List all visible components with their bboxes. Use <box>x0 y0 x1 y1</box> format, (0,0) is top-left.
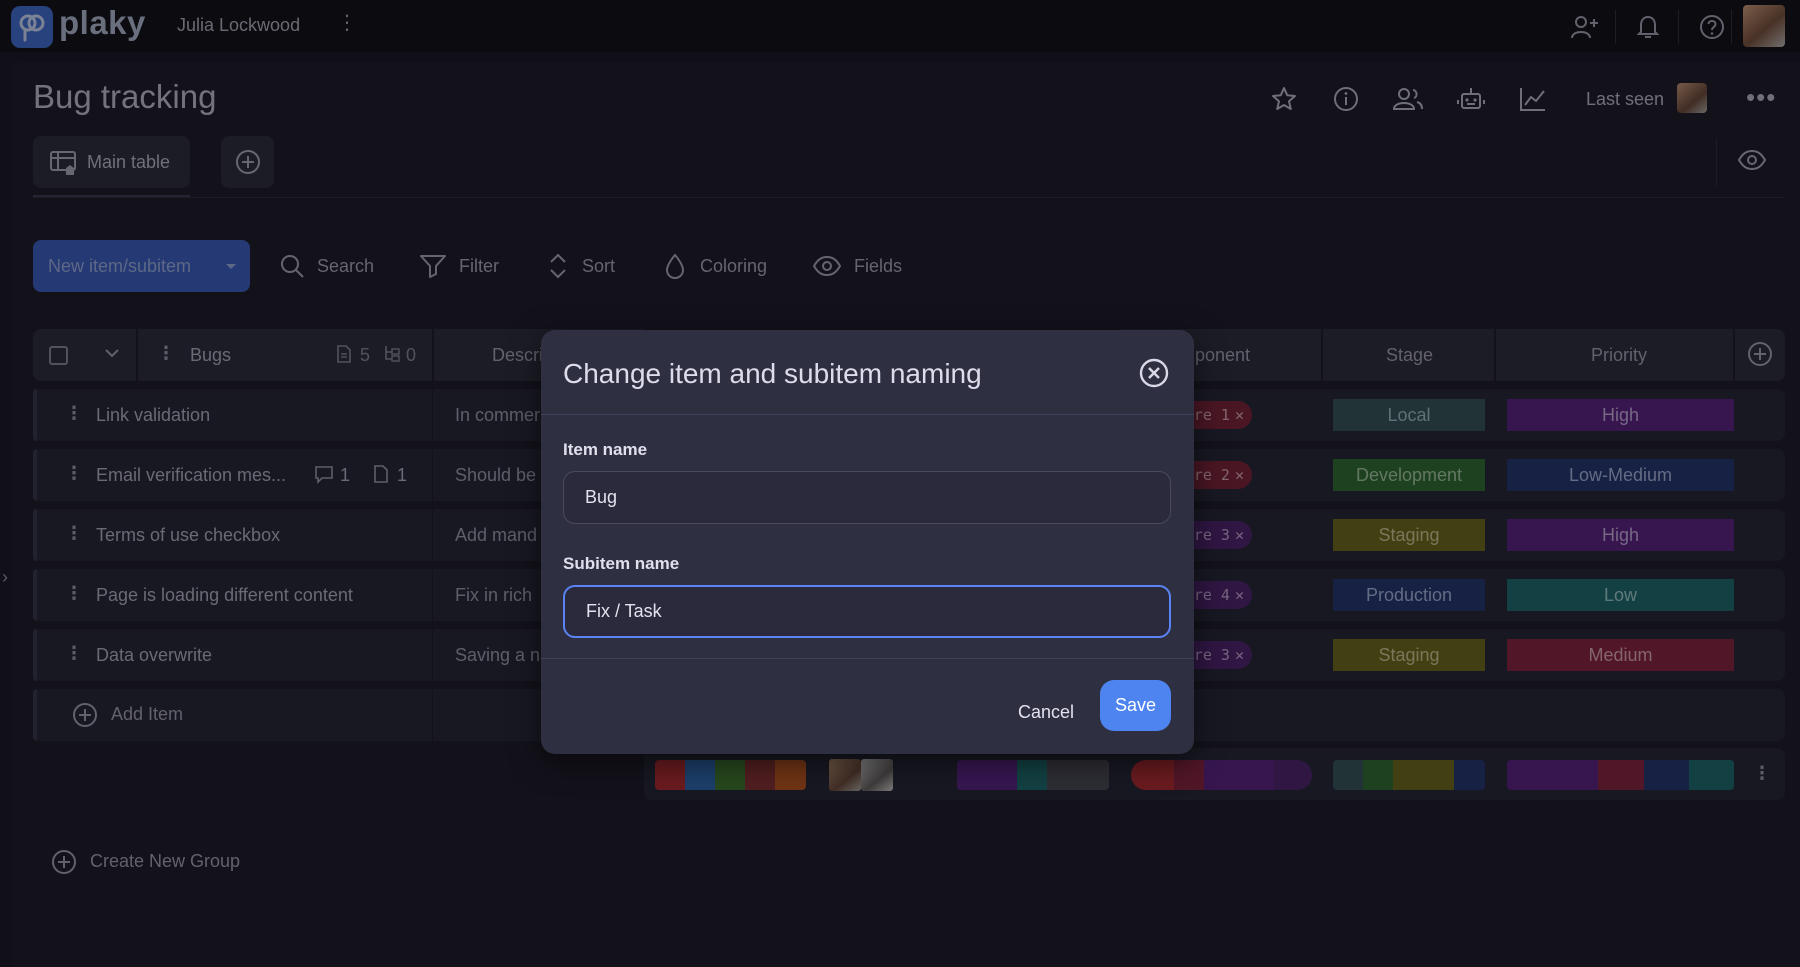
item-name-input[interactable] <box>563 471 1171 524</box>
dialog-divider <box>541 414 1194 415</box>
item-name-label: Item name <box>563 440 648 459</box>
rename-dialog: Change item and subitem naming Item name… <box>541 330 1194 754</box>
cancel-button[interactable]: Cancel <box>1006 694 1086 730</box>
close-icon[interactable] <box>1138 357 1170 389</box>
dialog-title: Change item and subitem naming <box>563 358 982 389</box>
subitem-name-input[interactable] <box>563 585 1171 638</box>
dialog-divider <box>541 658 1194 659</box>
subitem-name-label: Subitem name <box>563 554 680 573</box>
save-button[interactable]: Save <box>1100 680 1171 731</box>
